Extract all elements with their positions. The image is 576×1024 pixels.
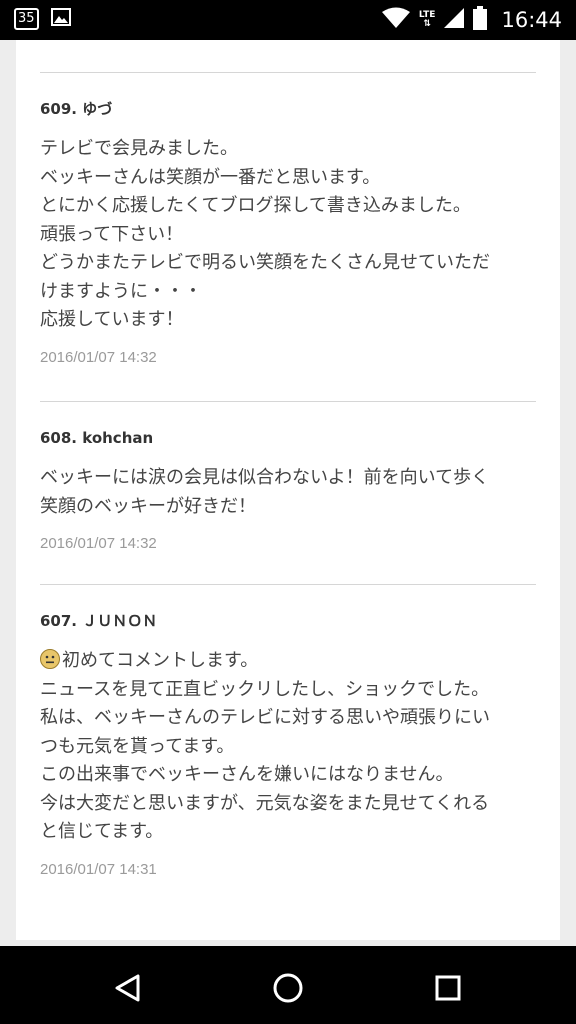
- home-button[interactable]: [268, 968, 308, 1008]
- comment-author: ゆづ: [82, 100, 113, 118]
- signal-icon: [443, 7, 465, 33]
- comment-line: ベッキーさんは笑顔が一番だと思います。: [40, 166, 381, 188]
- divider: [40, 72, 536, 73]
- comment-item: 608. kohchan ベッキーには涙の会見は似合わないよ！前を向いて歩く 笑…: [40, 426, 540, 552]
- battery-icon: [473, 6, 488, 34]
- divider: [40, 401, 536, 402]
- comment-line: 笑顔のベッキーが好きだ！: [40, 495, 256, 517]
- comment-line: とにかく応援したくてブログ探して書き込みました。: [40, 195, 471, 216]
- comment-header: 607. ＪＵＮＯＮ: [40, 609, 540, 633]
- comment-header: 609. ゆづ: [40, 97, 540, 121]
- comment-date: 2016/01/07 14:32: [40, 535, 157, 552]
- comment-line: 応援しています！: [40, 309, 184, 330]
- comment-line: 初めてコメントします。: [62, 650, 259, 671]
- comment-item: 609. ゆづ テレビで会見みました。 ベッキーさんは笑顔が一番だと思います。 …: [40, 97, 540, 366]
- navigation-bar: [0, 946, 576, 1024]
- comment-item: 607. ＪＵＮＯＮ 初めてコメントします。 ニュースを見て正直ビックリしたし、…: [40, 609, 540, 878]
- image-notification-icon: [50, 8, 71, 30]
- comment-line: 今は大変だと思いますが、元気な姿をまた見せてくれる: [40, 792, 490, 814]
- comments-panel: 609. ゆづ テレビで会見みました。 ベッキーさんは笑顔が一番だと思います。 …: [16, 40, 560, 940]
- comment-line: 私は、ベッキーさんのテレビに対する思いや頑張りにい: [40, 707, 490, 728]
- comment-body: 初めてコメントします。 ニュースを見て正直ビックリしたし、ショックでした。 私は…: [40, 647, 540, 847]
- comment-author: ＪＵＮＯＮ: [82, 612, 158, 630]
- comment-body: テレビで会見みました。 ベッキーさんは笑顔が一番だと思います。 とにかく応援した…: [40, 135, 540, 335]
- comment-line: テレビで会見みました。: [40, 138, 238, 159]
- recents-button[interactable]: [428, 968, 468, 1008]
- comment-line: つも元気を貰ってます。: [40, 735, 235, 757]
- comment-line: けますように・・・: [40, 280, 202, 302]
- neutral-face-emoji-icon: [40, 649, 60, 669]
- comment-line: 頑張って下さい！: [40, 223, 184, 245]
- home-circle-icon: [273, 973, 303, 1003]
- wifi-icon: [381, 7, 411, 33]
- comment-number: 608.: [40, 429, 78, 447]
- comment-author: kohchan: [82, 429, 154, 447]
- back-triangle-icon: [115, 974, 140, 1002]
- comment-line: この出来事でベッキーさんを嫌いにはなりません。: [40, 764, 454, 785]
- comment-line: ベッキーには涙の会見は似合わないよ！前を向いて歩く: [40, 467, 490, 488]
- status-bar: 35 LTE ⇅ 16:44: [0, 0, 576, 40]
- comment-date: 2016/01/07 14:31: [40, 860, 157, 878]
- notification-badge: 35: [14, 8, 39, 30]
- comment-header: 608. kohchan: [40, 426, 540, 450]
- lte-indicator: LTE ⇅: [419, 11, 436, 29]
- comment-number: 607.: [40, 612, 78, 630]
- back-button[interactable]: [108, 968, 148, 1008]
- comment-line-with-emoji: 初めてコメントします。: [40, 647, 540, 676]
- clock: 16:44: [501, 8, 562, 32]
- data-arrows-icon: ⇅: [423, 19, 431, 29]
- comment-line: どうかまたテレビで明るい笑顔をたくさん見せていただ: [40, 252, 490, 273]
- comment-date: 2016/01/07 14:32: [40, 348, 157, 366]
- divider: [40, 584, 536, 585]
- comment-line: と信じてます。: [40, 821, 164, 842]
- recents-square-icon: [435, 975, 461, 1001]
- comment-line: ニュースを見て正直ビックリしたし、ショックでした。: [40, 678, 490, 700]
- comment-number: 609.: [40, 100, 78, 118]
- comment-body: ベッキーには涙の会見は似合わないよ！前を向いて歩く 笑顔のベッキーが好きだ！: [40, 464, 540, 521]
